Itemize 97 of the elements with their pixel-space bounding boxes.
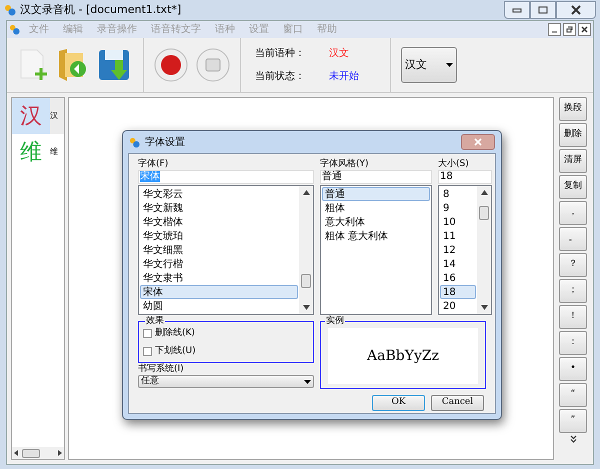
list-item[interactable]: 华文彩云 [140,187,298,201]
minimize-button[interactable] [504,1,530,19]
side-button[interactable]: 复制 [559,175,587,199]
list-item[interactable]: 11 [440,229,476,243]
list-item[interactable]: 18 [440,285,476,299]
language-glyph: 汉 [12,98,50,134]
list-item[interactable]: 意大利体 [322,215,430,229]
status-label: 当前语种： [255,46,306,61]
side-button[interactable]: “ [559,383,587,407]
checkbox-label: 删除线(K) [155,327,195,340]
status-value: 汉文 [329,46,349,61]
child-close-button[interactable] [578,23,591,36]
list-item[interactable]: 华文琥珀 [140,229,298,243]
field-label: 字体(F) [138,159,170,170]
document-logo-icon [9,24,20,35]
list-item[interactable]: 16 [440,271,476,285]
record-icon[interactable] [154,48,188,82]
field-label: 大小(S) [438,159,470,170]
maximize-button[interactable] [530,1,556,19]
scrollbar[interactable] [477,186,491,314]
dialog-logo-icon [129,136,140,148]
language-item[interactable]: 维 维 [12,134,64,170]
group-title: 效果 [145,316,165,326]
scroll-down-icon[interactable] [302,305,310,310]
app-logo-icon [4,4,16,16]
scroll-thumb[interactable] [479,206,489,220]
caret-icon [446,63,453,67]
scroll-thumb[interactable] [301,274,311,288]
scrollbar[interactable] [299,186,313,314]
list-item[interactable]: 普通 [322,187,430,201]
child-restore-button[interactable] [563,23,576,36]
list-item[interactable]: 12 [440,243,476,257]
child-minimize-button[interactable] [548,23,561,36]
side-button[interactable]: 换段 [559,97,587,121]
dialog-button[interactable]: OK [372,395,425,411]
list-item[interactable]: 华文楷体 [140,215,298,229]
text-field[interactable]: 普通 [320,170,432,184]
checkbox[interactable] [143,346,152,356]
window-title: 汉文录音机 - [document1.txt*] [20,2,182,18]
scroll-right-icon[interactable] [58,450,62,456]
list-item[interactable]: 华文行楷 [140,257,298,271]
scroll-thumb[interactable] [22,448,40,458]
caret-icon [304,380,311,384]
dialog-close-button[interactable] [461,134,495,150]
list-item[interactable]: 9 [440,201,476,215]
scroll-up-icon[interactable] [480,190,488,195]
group-title: 实例 [325,316,345,326]
list-item[interactable]: 宋体 [140,285,298,299]
field-label: 字体风格(Y) [320,159,370,170]
side-button[interactable]: ” [559,409,587,433]
side-button[interactable]: 清屏 [559,149,587,173]
side-button[interactable]: ？ [559,253,587,277]
scroll-up-icon[interactable] [302,190,310,195]
writing-system-dropdown[interactable]: 任意 [138,375,314,388]
side-button[interactable]: 删除 [559,123,587,147]
side-button[interactable]: 。 [559,227,587,251]
language-label: 汉 [50,98,64,134]
language-glyph: 维 [19,138,43,166]
list-item[interactable]: 华文隶书 [140,271,298,285]
minimize-icon [512,7,522,13]
dialog-button[interactable]: Cancel [431,395,484,411]
side-button[interactable]: ， [559,201,587,225]
list-item[interactable]: 粗体 意大利体 [322,229,430,243]
language-label: 维 [50,146,59,158]
list-item[interactable]: 10 [440,215,476,229]
close-icon [571,5,581,15]
list-item[interactable]: 华文细黑 [140,243,298,257]
restore-icon [566,26,573,33]
text-field[interactable]: 18 [438,170,492,184]
list-item[interactable]: 粗体 [322,201,430,215]
more-chevron-icon[interactable] [570,435,576,443]
status-label: 当前状态： [255,70,306,84]
scroll-left-icon[interactable] [14,450,18,456]
list-item[interactable]: 华文新魏 [140,201,298,215]
maximize-icon [538,6,548,14]
list-item[interactable]: 20 [440,299,476,313]
save-icon[interactable] [97,48,131,82]
side-button[interactable]: ！ [559,305,587,329]
horizontal-scrollbar[interactable] [12,447,64,459]
side-button[interactable]: ； [559,279,587,303]
side-button[interactable]: • [559,357,587,381]
list-item[interactable]: 8 [440,187,476,201]
list-item[interactable]: 幼圆 [140,299,298,313]
field-label: 书写系统(I) [138,364,185,375]
language-dropdown[interactable]: 汉文 [401,47,457,83]
list-item[interactable]: 14 [440,257,476,271]
checkbox-label: 下划线(U) [155,344,196,358]
sample-text: AaBbYyZz [367,346,439,366]
close-icon [474,138,482,146]
checkbox[interactable] [143,329,152,338]
side-button[interactable]: ： [559,331,587,355]
dialog-title: 字体设置 [145,136,185,150]
close-icon [581,26,588,33]
close-button[interactable] [556,1,596,19]
scroll-down-icon[interactable] [480,305,488,310]
language-item[interactable]: 汉 汉 [12,98,64,134]
status-value: 未开始 [329,70,359,84]
